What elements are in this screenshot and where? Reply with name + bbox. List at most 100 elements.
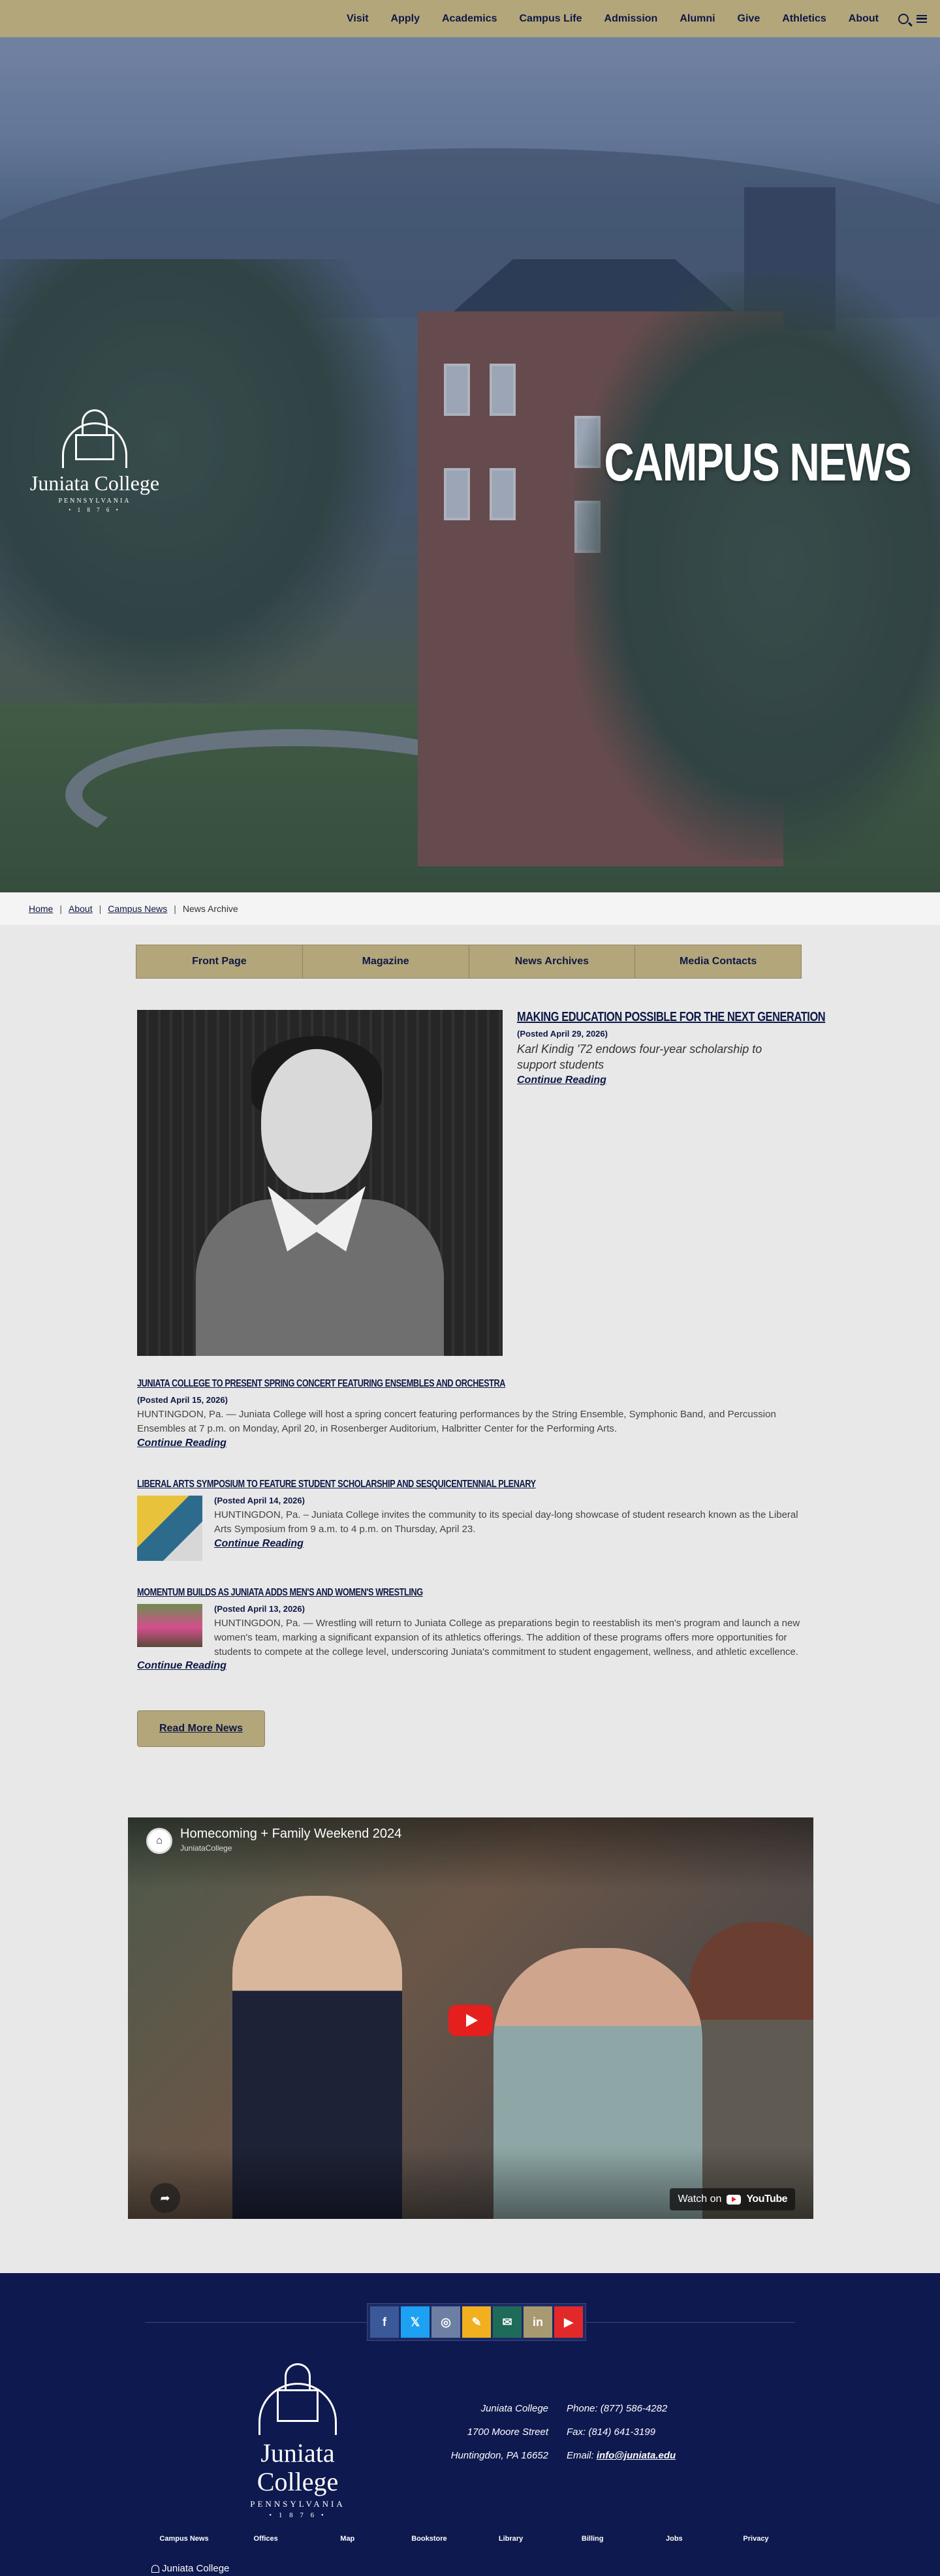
nav-alumni[interactable]: Alumni [680,13,715,25]
continue-reading-link[interactable]: Continue Reading [214,1538,304,1550]
address-line: Huntingdon, PA 16652 [450,2450,548,2461]
continue-reading-link[interactable]: Continue Reading [137,1437,227,1449]
read-more-news-button[interactable]: Read More News [137,1710,265,1747]
share-icon[interactable]: ➦ [150,2183,180,2213]
college-seal-icon [62,409,127,468]
news-content: Front Page Magazine News Archives Media … [136,945,826,1793]
footer-link-offices[interactable]: Offices [233,2534,298,2543]
video-title[interactable]: Homecoming + Family Weekend 2024 [180,1827,401,1842]
logo-name: Juniata College [29,471,160,495]
main-nav: Visit Apply Academics Campus Life Admiss… [347,13,879,25]
subnav-magazine[interactable]: Magazine [303,945,469,978]
address-line: 1700 Moore Street [467,2427,548,2438]
footer-link-library[interactable]: Library [478,2534,544,2543]
channel-avatar-icon[interactable]: ⌂ [146,1828,172,1854]
hamburger-menu-icon[interactable] [916,14,927,23]
footer-brand-name: Juniata College [162,2563,230,2574]
breadcrumb-home[interactable]: Home [29,903,53,914]
footer-link-campus-news[interactable]: Campus News [151,2534,217,2543]
continue-reading-link[interactable]: Continue Reading [517,1075,606,1086]
instagram-icon[interactable]: ◎ [431,2306,460,2338]
nav-about[interactable]: About [849,13,879,25]
footer-contact: Phone: (877) 586-4282 Fax: (814) 641-319… [567,2397,762,2468]
breadcrumb-about[interactable]: About [69,903,93,914]
featured-story-date: (Posted April 29, 2026) [517,1029,608,1039]
social-links: f 𝕏 ◎ ✎ ✉ in ▶ [367,2303,586,2341]
footer-email-label: Email: [567,2450,594,2461]
continue-reading-link[interactable]: Continue Reading [137,1660,227,1672]
footer-email-row: Email: info@juniata.edu [567,2444,762,2468]
story-headline[interactable]: JUNIATA COLLEGE TO PRESENT SPRING CONCER… [137,1378,505,1390]
footer-college-logo[interactable]: Juniata College PENNSYLVANIA • 1 8 7 6 • [219,2363,376,2519]
featured-story-text: MAKING EDUCATION POSSIBLE FOR THE NEXT G… [517,1010,826,1086]
site-footer: f 𝕏 ◎ ✎ ✉ in ▶ Juniata College PENNSYLVA… [0,2273,940,2576]
youtube-logo-icon [727,2194,742,2205]
footer-link-privacy[interactable]: Privacy [723,2534,789,2543]
play-icon[interactable] [448,2005,493,2036]
news-story: MOMENTUM BUILDS AS JUNIATA ADDS MEN'S AN… [137,1587,802,1672]
footer-logo-name: Juniata College [257,2438,339,2496]
footer-link-billing[interactable]: Billing [560,2534,625,2543]
subnav-news-archives[interactable]: News Archives [469,945,636,978]
college-seal-icon [151,2564,159,2573]
blog-icon[interactable]: ✎ [462,2306,491,2338]
story-headline[interactable]: LIBERAL ARTS SYMPOSIUM TO FEATURE STUDEN… [137,1479,536,1490]
footer-links: Campus News Offices Map Bookstore Librar… [151,2534,789,2543]
story-date: (Posted April 14, 2026) [214,1496,305,1505]
footer-link-jobs[interactable]: Jobs [642,2534,707,2543]
nav-academics[interactable]: Academics [442,13,497,25]
hero-banner: Juniata College PENNSYLVANIA • 1 8 7 6 •… [0,37,940,892]
footer-link-map[interactable]: Map [315,2534,380,2543]
nav-apply[interactable]: Apply [391,13,420,25]
breadcrumb: Home | About | Campus News | News Archiv… [0,892,940,925]
breadcrumb-campus-news[interactable]: Campus News [108,903,167,914]
featured-story-photo[interactable] [137,1010,503,1356]
featured-story-headline[interactable]: MAKING EDUCATION POSSIBLE FOR THE NEXT G… [517,1010,826,1025]
footer-link-bookstore[interactable]: Bookstore [396,2534,462,2543]
nav-visit[interactable]: Visit [347,13,369,25]
featured-story: MAKING EDUCATION POSSIBLE FOR THE NEXT G… [137,1010,826,1356]
x-icon[interactable]: 𝕏 [401,2306,430,2338]
college-logo[interactable]: Juniata College PENNSYLVANIA • 1 8 7 6 • [26,409,163,513]
story-body: HUNTINGDON, Pa. — Juniata College will h… [137,1409,776,1434]
subnav-media-contacts[interactable]: Media Contacts [635,945,801,978]
address-line: Juniata College [480,2403,548,2414]
linkedin-icon[interactable]: in [524,2306,552,2338]
facebook-icon[interactable]: f [370,2306,399,2338]
video-channel[interactable]: JuniataCollege [180,1844,232,1853]
watch-on-label: Watch on [678,2193,722,2205]
story-thumbnail[interactable] [137,1496,202,1561]
top-navigation-bar: Visit Apply Academics Campus Life Admiss… [0,0,940,37]
nav-athletics[interactable]: Athletics [782,13,826,25]
story-thumbnail[interactable] [137,1604,202,1647]
logo-state: PENNSYLVANIA [58,497,131,505]
nav-tools [898,13,927,24]
youtube-video-embed[interactable]: ⌂ Homecoming + Family Weekend 2024 Junia… [128,1817,813,2219]
breadcrumb-current: News Archive [182,903,238,914]
breadcrumb-separator: | [174,903,176,914]
news-story: LIBERAL ARTS SYMPOSIUM TO FEATURE STUDEN… [137,1479,802,1565]
nav-give[interactable]: Give [738,13,760,25]
watch-on-youtube-button[interactable]: Watch on YouTube [670,2188,795,2210]
story-date: (Posted April 15, 2026) [137,1395,228,1405]
nav-campus-life[interactable]: Campus Life [520,13,582,25]
featured-story-summary: Karl Kindig '72 endows four-year scholar… [517,1043,762,1072]
breadcrumb-separator: | [59,903,62,914]
footer-logo-year: • 1 8 7 6 • [269,2511,326,2519]
email-icon[interactable]: ✉ [493,2306,522,2338]
footer-phone: Phone: (877) 586-4282 [567,2403,668,2414]
footer-email-link[interactable]: info@juniata.edu [597,2450,676,2461]
story-headline[interactable]: MOMENTUM BUILDS AS JUNIATA ADDS MEN'S AN… [137,1587,423,1599]
footer-fax: Fax: (814) 641-3199 [567,2427,655,2438]
footer-address: Juniata College 1700 Moore Street Huntin… [392,2397,548,2468]
footer-brand[interactable]: Juniata College [151,2563,229,2574]
nav-admission[interactable]: Admission [604,13,658,25]
breadcrumb-separator: | [99,903,102,914]
youtube-wordmark: YouTube [746,2193,787,2205]
logo-year: • 1 8 7 6 • [69,507,121,514]
news-subnav: Front Page Magazine News Archives Media … [136,945,802,979]
subnav-front-page[interactable]: Front Page [136,945,303,978]
search-icon[interactable] [898,13,909,24]
story-date: (Posted April 13, 2026) [214,1604,305,1614]
youtube-icon[interactable]: ▶ [554,2306,583,2338]
